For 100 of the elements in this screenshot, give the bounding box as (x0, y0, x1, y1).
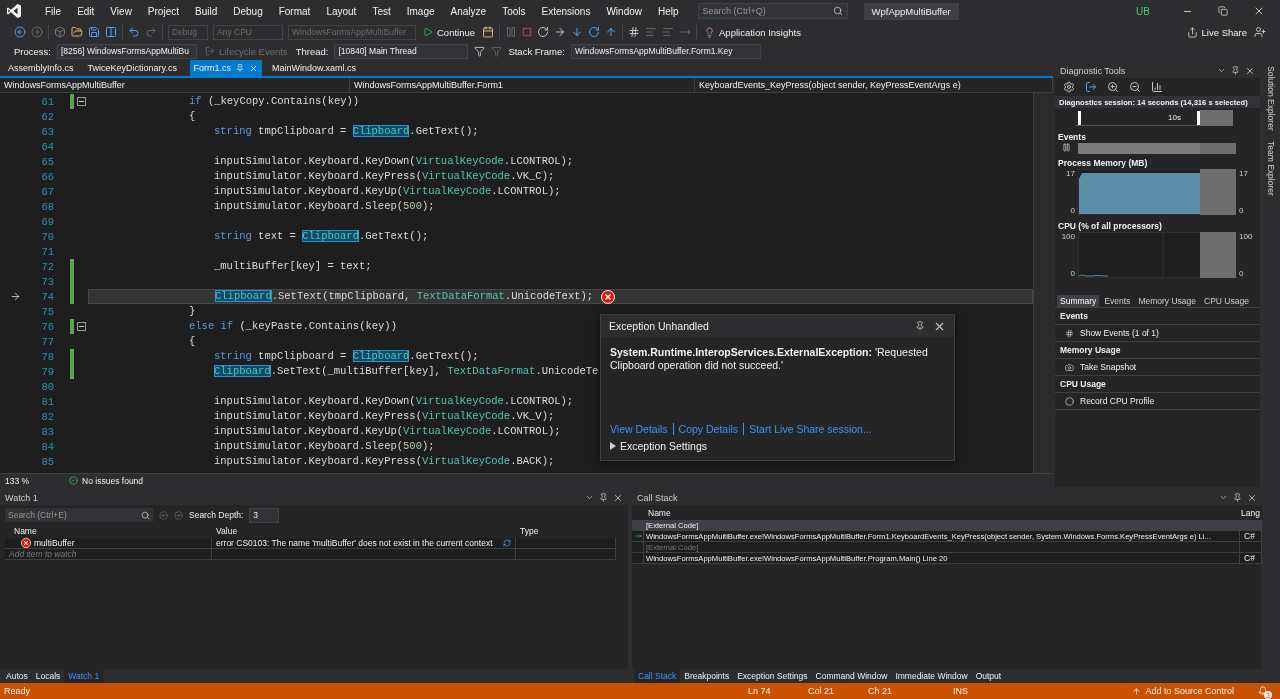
settings-icon[interactable] (1063, 81, 1075, 93)
share-icon[interactable] (1186, 26, 1198, 38)
column-header[interactable]: Lang (1240, 507, 1262, 520)
show-next-statement-icon[interactable] (554, 26, 567, 38)
section-heading[interactable]: Events (1055, 130, 1261, 143)
type-dropdown[interactable]: WindowsFormsAppMultiBuffer.Form1 (350, 78, 695, 92)
popup-link[interactable]: Start Live Share session... (749, 423, 872, 435)
menu-item[interactable]: Image (401, 5, 440, 17)
export-icon[interactable] (1085, 81, 1097, 93)
vertical-scrollbar[interactable] (1033, 93, 1053, 473)
close-icon[interactable] (1253, 5, 1265, 17)
filter-icon[interactable] (474, 45, 486, 57)
new-item-icon[interactable] (54, 26, 66, 38)
panel-tab[interactable]: Breakpoints (680, 669, 734, 683)
summary-action[interactable]: Show Events (1 of 1) (1055, 325, 1261, 342)
zoom-out-icon[interactable] (1129, 81, 1141, 93)
redo-icon[interactable] (145, 26, 157, 38)
member-dropdown[interactable]: KeyboardEvents_KeyPress(object sender, KeyPressEventArgs e) (695, 78, 1053, 92)
expand-icon[interactable] (610, 442, 616, 450)
back-icon[interactable] (14, 26, 26, 38)
popup-link[interactable]: View Details (610, 423, 668, 435)
camera-icon[interactable] (1065, 362, 1074, 372)
summary-action[interactable]: Record CPU Profile (1055, 393, 1261, 410)
panel-tab[interactable]: Call Stack (634, 669, 681, 683)
logo-icon[interactable] (6, 3, 22, 19)
restore-icon[interactable] (1218, 6, 1228, 16)
summary-action[interactable]: Take Snapshot (1055, 359, 1261, 376)
panel-tab[interactable]: Summary (1057, 294, 1100, 307)
collapse-icon[interactable] (76, 322, 86, 331)
search-field[interactable]: Search (Ctrl+Q) (697, 3, 848, 19)
search-depth-dropdown[interactable]: 3 (249, 507, 280, 523)
pin-icon[interactable] (915, 321, 925, 331)
bell-icon[interactable] (1258, 686, 1268, 696)
menu-item[interactable]: Help (653, 5, 684, 17)
feedback-icon[interactable] (1254, 26, 1266, 38)
pin-icon[interactable] (236, 64, 245, 72)
process-dropdown[interactable]: [8256] WindowsFormsAppMultiBu (56, 43, 197, 59)
menu-item[interactable]: Project (142, 5, 184, 17)
menu-item[interactable]: Edit (72, 5, 100, 17)
arrow-up-icon[interactable] (1132, 686, 1142, 696)
menu-item[interactable]: File (40, 5, 67, 17)
menu-item[interactable]: Tools (497, 5, 531, 17)
menu-item[interactable]: Debug (228, 5, 268, 17)
menu-item[interactable]: Layout (321, 5, 362, 17)
record-icon[interactable] (1065, 396, 1074, 406)
project-dropdown[interactable]: WindowsFormsAppMultiBuffer (0, 78, 350, 92)
menu-item[interactable]: Extensions (536, 5, 596, 17)
menu-item[interactable]: Window (601, 5, 647, 17)
pause-icon[interactable] (1062, 143, 1071, 152)
panel-tab[interactable]: Exception Settings (733, 669, 812, 683)
check-icon[interactable] (69, 476, 79, 485)
play-icon[interactable] (423, 27, 433, 37)
forward-icon[interactable] (31, 26, 43, 38)
section-heading[interactable]: CPU (% of all processors) (1055, 219, 1261, 232)
restart-icon[interactable] (537, 26, 550, 38)
panel-tab[interactable]: Watch 1 (64, 669, 104, 683)
panel-tab[interactable]: Locals (31, 669, 65, 683)
exception-settings-expander[interactable]: Exception Settings (601, 437, 954, 460)
zoom-level[interactable]: 133 % (5, 475, 30, 486)
panel-tab[interactable]: Events (1101, 294, 1134, 307)
pin-icon[interactable] (1233, 493, 1242, 502)
continue-button[interactable]: Continue (421, 26, 478, 38)
insert-mode[interactable]: INS (953, 686, 993, 696)
panel-tab[interactable]: Autos (2, 669, 32, 683)
hex-icon[interactable] (628, 26, 641, 38)
save-all-icon[interactable] (105, 26, 117, 38)
thread-dropdown[interactable]: [10840] Main Thread (334, 43, 469, 59)
application-insights-button[interactable]: Application Insights (702, 26, 803, 38)
collapse-icon[interactable] (76, 97, 86, 106)
add-item-field[interactable]: Add item to watch (5, 549, 212, 560)
dropdown-icon[interactable] (1217, 66, 1227, 75)
pin-icon[interactable] (1231, 66, 1241, 75)
zoom-in-icon[interactable] (1107, 81, 1119, 93)
outdent-icon[interactable] (662, 26, 675, 38)
close-icon[interactable] (1247, 492, 1257, 503)
live-share-button[interactable]: Live Share (1184, 26, 1249, 38)
document-tab[interactable]: MainWindow.xaml.cs (268, 60, 361, 76)
issues-indicator[interactable]: No issues found (67, 475, 146, 486)
panel-tab[interactable]: CPU Usage (1201, 294, 1252, 307)
document-tab[interactable]: TwiceKeyDictionary.cs (83, 60, 184, 76)
pin-icon[interactable] (599, 493, 608, 502)
popup-link[interactable]: Copy Details (678, 423, 739, 435)
indent-icon[interactable] (645, 26, 658, 38)
save-icon[interactable] (88, 26, 100, 38)
lightbulb-icon[interactable] (704, 26, 716, 38)
search-icon[interactable] (832, 6, 843, 16)
panel-tab[interactable]: Immediate Window (891, 669, 972, 683)
stack-frame-dropdown[interactable]: WindowsFormsAppMultiBuffer.Form1.Key (570, 43, 761, 59)
step-into-icon[interactable] (571, 26, 584, 38)
undo-icon[interactable] (128, 26, 140, 38)
panel-tab[interactable]: Command Window (811, 669, 892, 683)
source-control-button[interactable]: Add to Source Control (1130, 686, 1236, 696)
side-tab[interactable]: Team Explorer (1266, 140, 1277, 196)
dropdown-icon[interactable] (585, 493, 594, 502)
close-icon[interactable] (613, 492, 623, 503)
step-out-icon[interactable] (605, 26, 618, 38)
column-header[interactable]: Name (644, 507, 1240, 520)
panel-tab[interactable]: Memory Usage (1135, 294, 1199, 307)
menu-item[interactable]: Build (190, 5, 223, 17)
menu-item[interactable]: Analyze (445, 5, 492, 17)
